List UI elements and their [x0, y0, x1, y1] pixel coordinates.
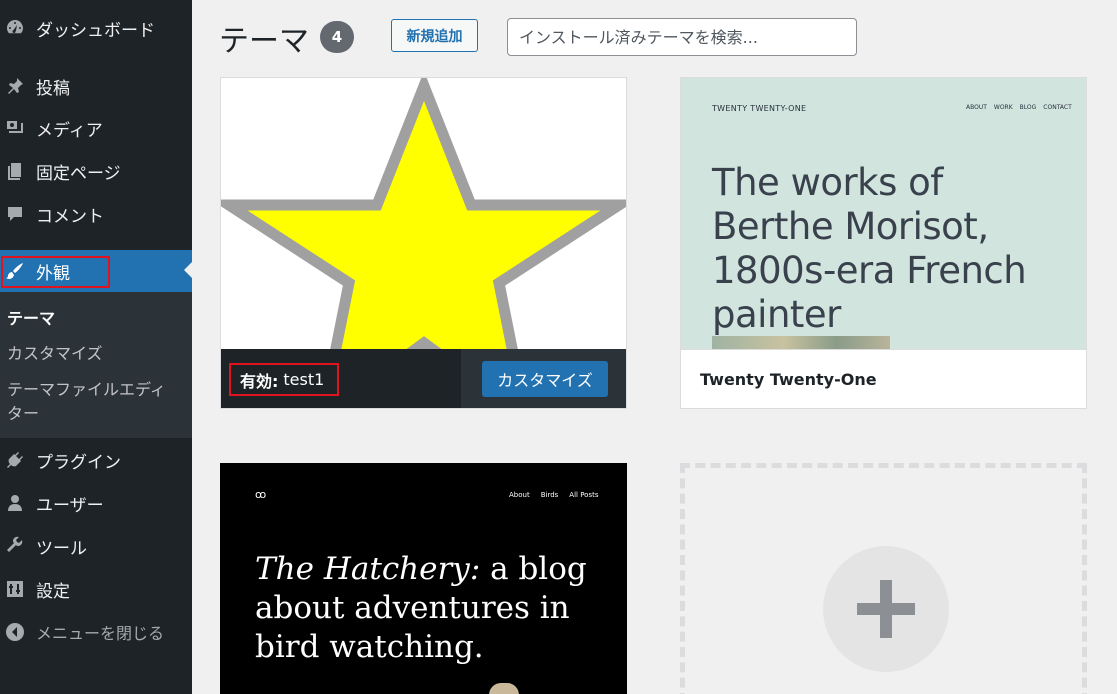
page-title: テーマ: [219, 24, 309, 59]
theme-card-hatchery[interactable]: ꝏ About Birds All Posts The Hatchery: a …: [220, 463, 627, 694]
theme-count-badge: 4: [320, 21, 354, 53]
sidebar-item-settings[interactable]: 設定: [0, 569, 192, 609]
comment-icon: [4, 203, 26, 225]
preview-nav-item: ABOUT: [966, 104, 987, 111]
sidebar-item-media[interactable]: メディア: [0, 108, 192, 148]
theme-name-bar: Twenty Twenty-One: [681, 349, 1086, 408]
sidebar-item-comments[interactable]: コメント: [0, 194, 192, 234]
preview-nav-item: About: [509, 491, 530, 499]
active-status-label: 有効:: [240, 371, 279, 391]
theme-name: Twenty Twenty-One: [700, 370, 877, 389]
user-icon: [4, 492, 26, 514]
add-circle: [823, 546, 949, 672]
submenu-item-label: テーマファイルエディ: [7, 380, 166, 399]
theme-search-input[interactable]: [507, 18, 857, 56]
sidebar-item-dashboard[interactable]: ダッシュボード: [0, 8, 192, 48]
collapse-menu-button[interactable]: メニューを閉じる: [0, 612, 192, 652]
plugin-icon: [4, 449, 26, 471]
appearance-submenu: テーマ カスタマイズ テーマファイルエディ ター: [0, 292, 192, 438]
sidebar-item-appearance[interactable]: 外観: [0, 250, 192, 292]
preview-painting-image: [712, 336, 890, 349]
sidebar-item-label: ユーザー: [36, 495, 104, 516]
preview-nav-item: All Posts: [569, 491, 599, 499]
preview-nav: ABOUT WORK BLOG CONTACT: [966, 104, 1072, 111]
add-new-theme-card[interactable]: [680, 463, 1087, 694]
preview-site-title: TWENTY TWENTY-ONE: [712, 104, 807, 113]
theme-card-twenty-twenty-one[interactable]: TWENTY TWENTY-ONE ABOUT WORK BLOG CONTAC…: [680, 77, 1087, 409]
preview-headline: The works of Berthe Morisot, 1800s-era F…: [712, 161, 1027, 336]
star-image: [221, 78, 626, 349]
theme-screenshot: TWENTY TWENTY-ONE ABOUT WORK BLOG CONTAC…: [681, 78, 1086, 349]
pages-icon: [4, 160, 26, 182]
sidebar-item-label: プラグイン: [36, 452, 121, 473]
preview-logo: ꝏ: [255, 488, 267, 501]
active-theme-label: 有効: test1: [229, 363, 339, 396]
collapse-arrow-icon: [4, 621, 26, 643]
pin-icon: [4, 75, 26, 97]
submenu-item-theme-editor[interactable]: テーマファイルエディ ター: [7, 378, 166, 426]
preview-headline: The Hatchery: a blog about adventures in…: [255, 550, 595, 667]
sidebar-item-pages[interactable]: 固定ページ: [0, 151, 192, 191]
preview-headline-italic: The Hatchery:: [255, 551, 481, 587]
sidebar-item-label: 設定: [36, 581, 70, 602]
sidebar-item-label: ツール: [36, 538, 87, 559]
preview-bird-image: [489, 683, 519, 694]
theme-card-active[interactable]: 有効: test1 カスタマイズ: [220, 77, 627, 409]
active-theme-name: test1: [283, 370, 325, 389]
sidebar-item-tools[interactable]: ツール: [0, 526, 192, 566]
active-indicator-arrow: [184, 262, 192, 278]
sidebar-item-plugins[interactable]: プラグイン: [0, 440, 192, 480]
sidebar-item-users[interactable]: ユーザー: [0, 483, 192, 523]
dashboard-icon: [4, 17, 26, 39]
plus-icon: [857, 580, 915, 638]
theme-screenshot: [221, 78, 626, 349]
sidebar-item-label: 固定ページ: [36, 163, 121, 184]
sidebar-item-label: メディア: [36, 120, 103, 141]
submenu-item-themes[interactable]: テーマ: [7, 307, 55, 331]
media-icon: [4, 117, 26, 139]
admin-sidebar: ダッシュボード 投稿 メディア 固定ページ コメント 外観 テーマ カスタマイズ…: [0, 0, 192, 694]
wrench-icon: [4, 535, 26, 557]
sidebar-item-label: コメント: [36, 206, 104, 227]
collapse-label: メニューを閉じる: [36, 624, 165, 643]
preview-nav-item: BLOG: [1019, 104, 1037, 111]
highlight-outline: [1, 256, 110, 288]
submenu-item-customize[interactable]: カスタマイズ: [7, 342, 103, 366]
preview-nav-item: WORK: [993, 104, 1013, 111]
sidebar-item-label: ダッシュボード: [36, 20, 155, 41]
submenu-item-label-line2: ター: [7, 404, 40, 423]
preview-nav-item: Birds: [540, 491, 559, 499]
preview-nav-item: CONTACT: [1043, 104, 1072, 111]
add-new-theme-button[interactable]: 新規追加: [391, 19, 478, 52]
sidebar-item-label: 投稿: [36, 78, 70, 99]
customize-button[interactable]: カスタマイズ: [482, 361, 608, 397]
preview-nav: About Birds All Posts: [509, 491, 599, 499]
sidebar-item-posts[interactable]: 投稿: [0, 66, 192, 106]
settings-icon: [4, 578, 26, 600]
theme-actions-bar: 有効: test1 カスタマイズ: [221, 349, 626, 408]
